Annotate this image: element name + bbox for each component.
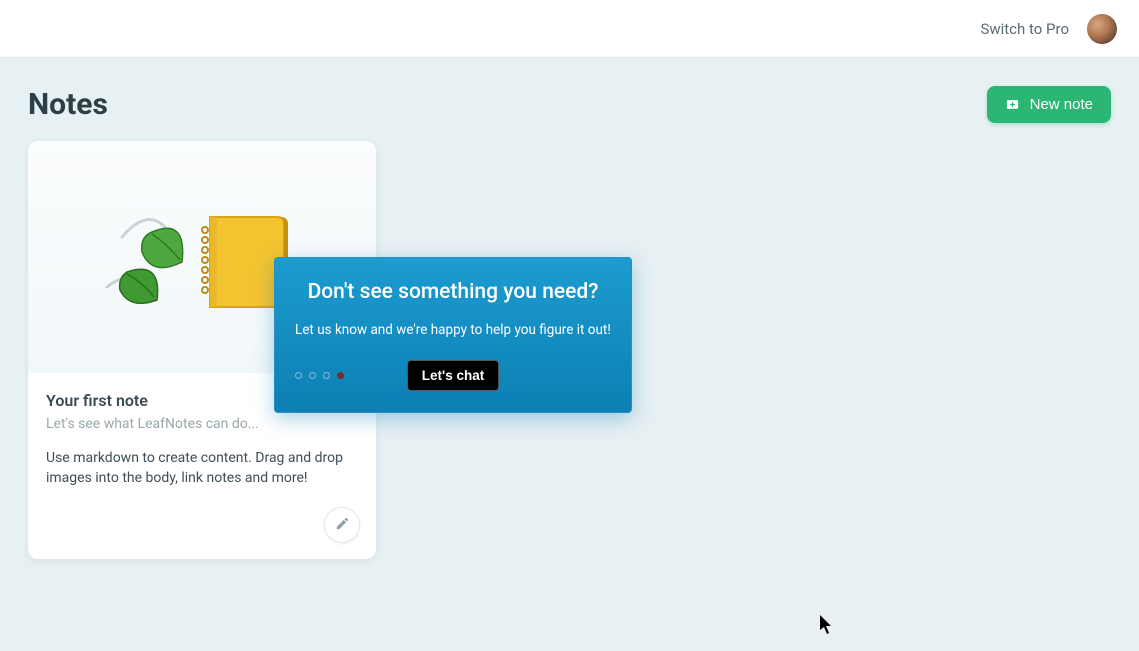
- pencil-icon: [335, 516, 350, 534]
- page-title: Notes: [28, 87, 108, 122]
- note-text: Use markdown to create content. Drag and…: [46, 448, 358, 489]
- step-dot-4[interactable]: [337, 372, 344, 379]
- page-header: Notes New note: [28, 86, 1111, 123]
- step-dot-2[interactable]: [309, 372, 316, 379]
- new-note-button[interactable]: New note: [987, 86, 1111, 123]
- topbar: Switch to Pro: [0, 0, 1139, 58]
- leaf-notebook-icon: [102, 182, 302, 332]
- popup-subtitle: Let us know and we're happy to help you …: [295, 322, 611, 338]
- lets-chat-button[interactable]: Let's chat: [407, 360, 499, 391]
- popup-title: Don't see something you need?: [295, 280, 611, 304]
- popup-step-dots: [295, 372, 344, 379]
- new-note-label: New note: [1030, 96, 1093, 113]
- step-dot-1[interactable]: [295, 372, 302, 379]
- onboarding-popup: Don't see something you need? Let us kno…: [274, 257, 632, 413]
- popup-footer: Let's chat: [295, 358, 611, 392]
- new-note-icon: [1005, 97, 1020, 112]
- edit-note-button[interactable]: [324, 507, 360, 543]
- cursor-icon: [820, 615, 834, 635]
- step-dot-3[interactable]: [323, 372, 330, 379]
- switch-to-pro-link[interactable]: Switch to Pro: [980, 20, 1069, 38]
- avatar[interactable]: [1087, 14, 1117, 44]
- note-subtitle: Let's see what LeafNotes can do...: [46, 416, 358, 432]
